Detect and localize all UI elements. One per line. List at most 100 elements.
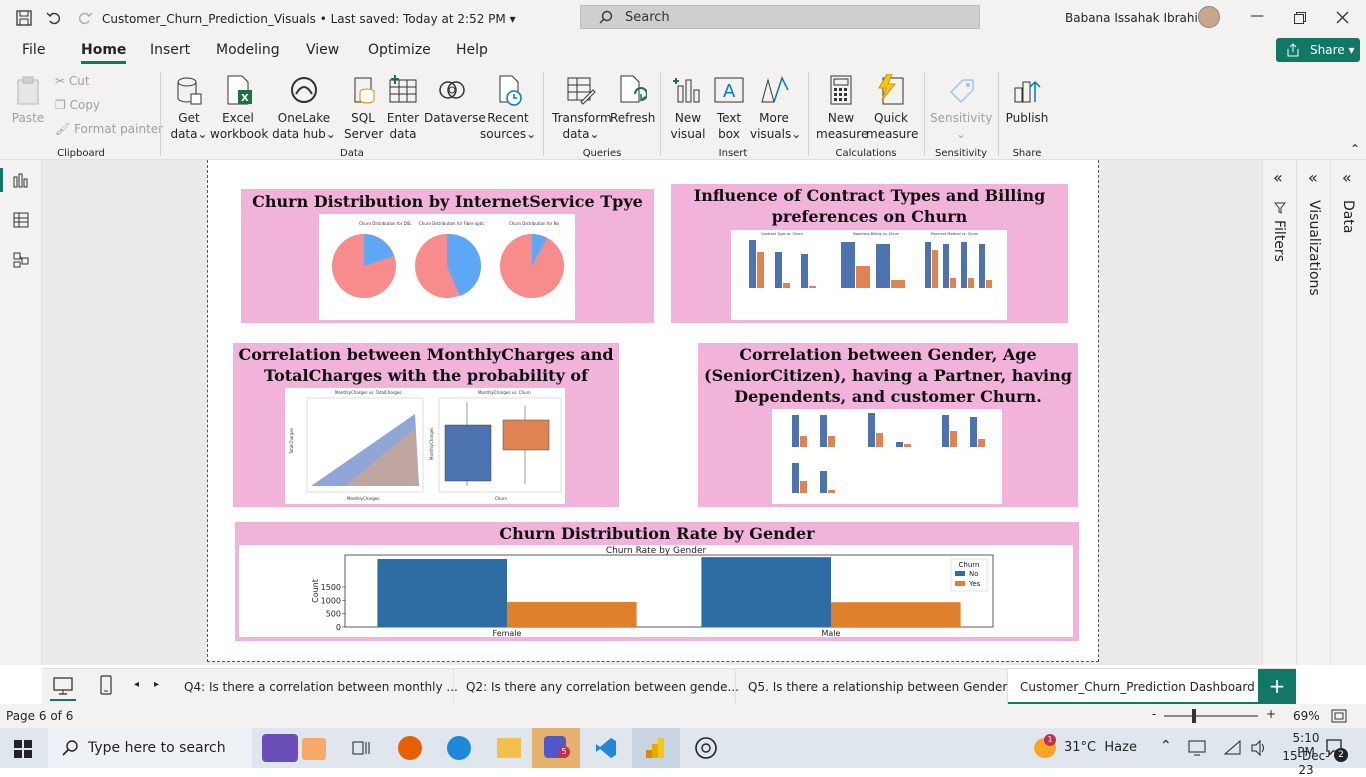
file-explorer-icon[interactable] xyxy=(497,738,521,758)
quick-measure-button[interactable]: Quick measure xyxy=(866,74,919,142)
clipchamp-icon[interactable] xyxy=(262,734,298,762)
contract-billing-panel[interactable]: Influence of Contract Types and Billing … xyxy=(671,184,1068,323)
task-view-icon[interactable] xyxy=(352,740,370,756)
windows-start-icon[interactable] xyxy=(14,740,32,758)
save-icon[interactable] xyxy=(16,10,32,26)
taskbar-search[interactable]: Type here to search xyxy=(48,728,252,768)
desktop-layout-icon[interactable] xyxy=(52,676,74,696)
redo-icon[interactable] xyxy=(77,10,93,26)
get-data-button[interactable]: Get data⌄ xyxy=(168,74,210,142)
sensitivity-button[interactable]: Sensitivity ⌄ xyxy=(930,74,992,142)
data-pane[interactable]: « Data xyxy=(1333,160,1366,665)
avatar[interactable] xyxy=(1198,6,1220,28)
zoom-slider[interactable] xyxy=(1164,715,1258,717)
text-box-button[interactable]: A Text box xyxy=(710,74,748,142)
page-tab-q4[interactable]: Q4: Is there a correlation between month… xyxy=(172,669,458,705)
title-bar: Customer_Churn_Prediction_Visuals • Last… xyxy=(0,0,1366,36)
mobile-layout-icon[interactable] xyxy=(100,675,112,697)
report-page[interactable]: Churn Distribution by InternetService Tp… xyxy=(207,160,1099,662)
publish-icon xyxy=(1014,80,1041,103)
user-name: Babana Issahak Ibrahim xyxy=(1065,11,1210,25)
page-tab-q5[interactable]: Q5. Is there a relationship between Gend… xyxy=(736,669,1023,705)
panel-title-line1: Influence of Contract Types and Billing xyxy=(693,186,1046,205)
table-view-icon[interactable] xyxy=(13,212,29,228)
zoom-handle[interactable] xyxy=(1192,709,1196,723)
page-tab-q2[interactable]: Q2: Is there any correlation between gen… xyxy=(454,669,739,705)
visualizations-pane[interactable]: « Visualizations xyxy=(1299,160,1331,665)
undo-icon[interactable] xyxy=(46,10,62,26)
more-visuals-icon xyxy=(761,76,789,103)
new-visual-button[interactable]: New visual xyxy=(668,74,708,142)
sql-server-label: SQL Server xyxy=(344,111,384,141)
zoom-in-button[interactable]: + xyxy=(1266,707,1276,721)
taskbar-search-placeholder: Type here to search xyxy=(88,740,226,756)
volume-icon[interactable] xyxy=(1250,740,1268,756)
chart-title: Churn Rate by Gender xyxy=(606,546,707,556)
edge-icon[interactable] xyxy=(447,736,471,760)
publish-button[interactable]: Publish xyxy=(1004,74,1050,126)
sql-server-button[interactable]: SQL Server xyxy=(344,74,384,142)
tab-insert[interactable]: Insert xyxy=(150,42,190,58)
onelake-data-hub-button[interactable]: OneLake data hub⌄ xyxy=(266,74,342,142)
powerbi-taskbar-item[interactable] xyxy=(632,728,680,768)
more-visuals-button[interactable]: More visuals⌄ xyxy=(750,74,801,142)
share-button[interactable]: Share ▾ xyxy=(1276,38,1360,62)
demographics-panel[interactable]: Correlation between Gender, Age (SeniorC… xyxy=(698,343,1078,507)
chatgpt-icon[interactable] xyxy=(694,736,718,760)
app-icon[interactable] xyxy=(302,738,326,760)
add-page-button[interactable]: + xyxy=(1258,669,1296,705)
minimize-button[interactable]: — xyxy=(1250,8,1264,24)
wifi-icon[interactable] xyxy=(1224,740,1242,756)
tab-file[interactable]: File xyxy=(22,42,45,58)
new-measure-button[interactable]: New measure xyxy=(816,74,868,142)
page-tab-label: Q4: Is there a correlation between month… xyxy=(184,680,458,694)
model-view-icon[interactable] xyxy=(13,252,29,268)
expand-data-icon[interactable]: « xyxy=(1342,168,1352,187)
tab-help[interactable]: Help xyxy=(456,42,488,58)
share-label: Share xyxy=(1310,43,1345,57)
search-box[interactable]: Search xyxy=(580,5,980,29)
gender-churn-panel[interactable]: Churn Distribution Rate by Gender Churn … xyxy=(235,522,1079,641)
recent-sources-button[interactable]: Recent sources⌄ xyxy=(480,74,536,142)
enter-data-button[interactable]: Enter data xyxy=(384,74,422,142)
dataverse-button[interactable]: Dataverse xyxy=(424,74,486,126)
tab-optimize[interactable]: Optimize xyxy=(368,42,431,58)
copy-button[interactable]: ❐ Copy xyxy=(55,98,100,112)
chevron-up-icon[interactable]: ⌃ xyxy=(1160,738,1172,754)
firefox-icon[interactable] xyxy=(398,736,422,760)
page-tab-dashboard[interactable]: Customer_Churn_Prediction Dashboard xyxy=(1008,669,1258,705)
dataverse-label: Dataverse xyxy=(424,111,486,125)
sensitivity-group-label: Sensitivity xyxy=(934,148,988,159)
expand-filters-icon[interactable]: « xyxy=(1273,168,1283,187)
zoom-out-button[interactable]: - xyxy=(1152,707,1156,721)
next-page-icon[interactable]: ▸ xyxy=(154,679,159,690)
vscode-icon[interactable] xyxy=(594,736,618,760)
gender-bar-chart: Churn Rate by Gender 0 500 1000 1500Count Fem… xyxy=(311,546,994,638)
paste-button[interactable]: Paste xyxy=(10,74,46,126)
internet-service-panel[interactable]: Churn Distribution by InternetService Tp… xyxy=(241,189,654,323)
teams-taskbar-item[interactable]: 5 xyxy=(532,728,580,768)
tab-view[interactable]: View xyxy=(306,42,339,58)
tab-home[interactable]: Home xyxy=(81,42,127,64)
restore-icon[interactable] xyxy=(1294,12,1306,24)
excel-workbook-button[interactable]: X Excel workbook xyxy=(210,74,268,142)
monthly-total-charges-panel[interactable]: Correlation between MonthlyCharges and T… xyxy=(233,343,619,507)
display-icon[interactable] xyxy=(1188,740,1208,756)
paste-icon xyxy=(17,76,39,105)
prev-page-icon[interactable]: ◂ xyxy=(134,679,139,690)
panel-title-line1: Correlation between MonthlyCharges and xyxy=(238,345,614,364)
quick-measure-label: Quick measure xyxy=(866,111,919,141)
transform-data-button[interactable]: Transform data⌄ xyxy=(552,74,612,142)
expand-visualizations-icon[interactable]: « xyxy=(1308,168,1318,187)
fit-to-page-icon[interactable] xyxy=(1331,709,1347,723)
y-axis-label: Count xyxy=(311,579,320,603)
cut-button[interactable]: ✂ Cut xyxy=(55,74,90,88)
tab-modeling[interactable]: Modeling xyxy=(216,42,280,58)
format-painter-button[interactable]: 🖌 Format painter xyxy=(55,122,163,136)
filters-pane[interactable]: « Filters xyxy=(1263,160,1297,665)
close-icon[interactable] xyxy=(1336,11,1349,24)
document-title[interactable]: Customer_Churn_Prediction_Visuals • Last… xyxy=(102,12,516,26)
collapse-ribbon-icon[interactable]: ⌃ xyxy=(1350,142,1360,156)
report-view-icon[interactable] xyxy=(13,172,29,188)
refresh-button[interactable]: Refresh xyxy=(610,74,655,126)
